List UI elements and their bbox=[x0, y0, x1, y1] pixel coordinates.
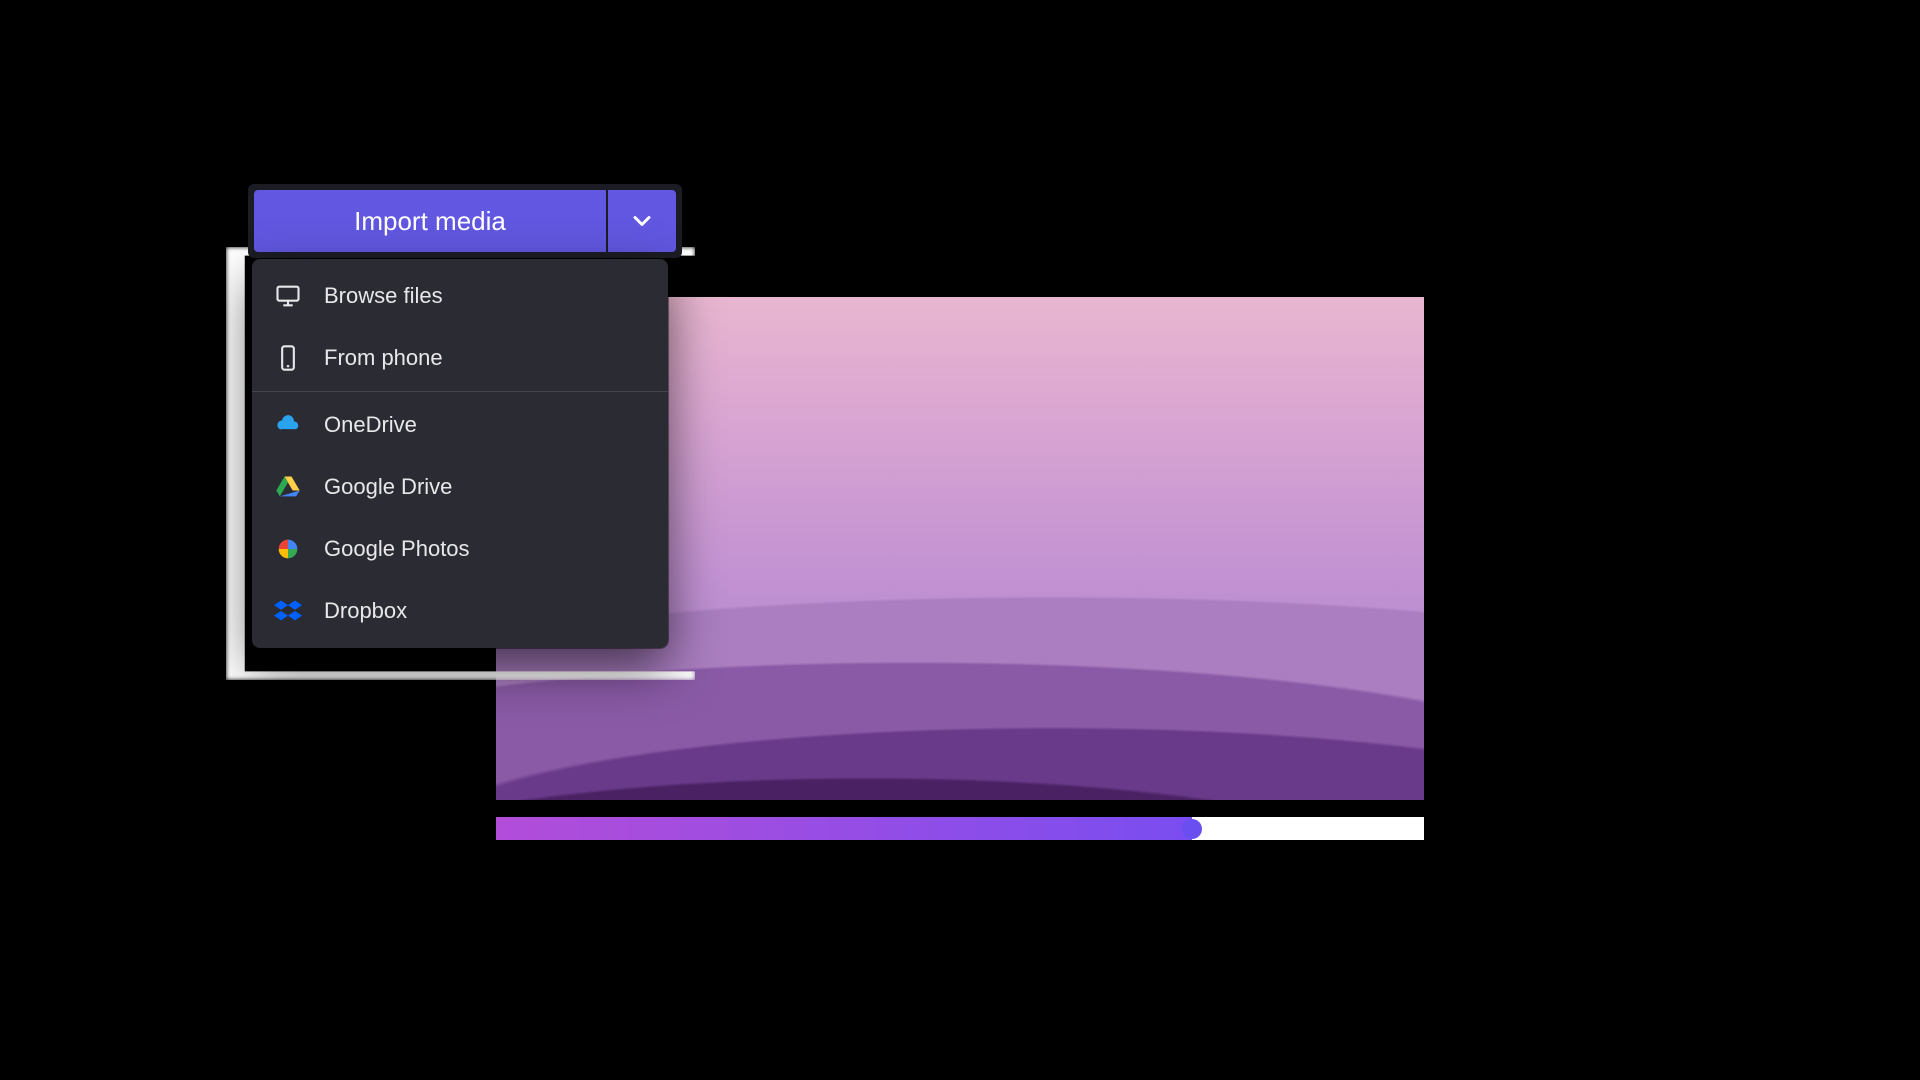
menu-item-label: OneDrive bbox=[324, 412, 417, 438]
menu-item-label: Google Drive bbox=[324, 474, 452, 500]
menu-item-from-phone[interactable]: From phone bbox=[252, 327, 668, 389]
menu-item-label: Google Photos bbox=[324, 536, 470, 562]
monitor-icon bbox=[274, 282, 302, 310]
dropbox-icon bbox=[274, 597, 302, 625]
timeline-playhead[interactable] bbox=[1182, 819, 1202, 839]
menu-separator bbox=[252, 391, 668, 392]
onedrive-icon bbox=[274, 411, 302, 439]
menu-item-label: From phone bbox=[324, 345, 443, 371]
import-media-button[interactable]: Import media bbox=[254, 190, 606, 252]
google-drive-icon bbox=[274, 473, 302, 501]
menu-item-label: Dropbox bbox=[324, 598, 407, 624]
timeline-progress bbox=[496, 817, 1192, 840]
google-photos-icon bbox=[274, 535, 302, 563]
chevron-down-icon bbox=[628, 207, 656, 235]
phone-icon bbox=[274, 344, 302, 372]
import-media-dropdown-toggle[interactable] bbox=[608, 190, 676, 252]
menu-item-google-drive[interactable]: Google Drive bbox=[252, 456, 668, 518]
menu-item-google-photos[interactable]: Google Photos bbox=[252, 518, 668, 580]
timeline-track[interactable] bbox=[496, 817, 1424, 840]
import-media-label: Import media bbox=[354, 206, 506, 237]
menu-item-dropbox[interactable]: Dropbox bbox=[252, 580, 668, 642]
import-split-button: Import media bbox=[248, 184, 682, 258]
import-sources-menu: Browse files From phone OneDrive Google … bbox=[252, 259, 668, 648]
menu-item-onedrive[interactable]: OneDrive bbox=[252, 394, 668, 456]
menu-item-browse-files[interactable]: Browse files bbox=[252, 265, 668, 327]
menu-item-label: Browse files bbox=[324, 283, 443, 309]
